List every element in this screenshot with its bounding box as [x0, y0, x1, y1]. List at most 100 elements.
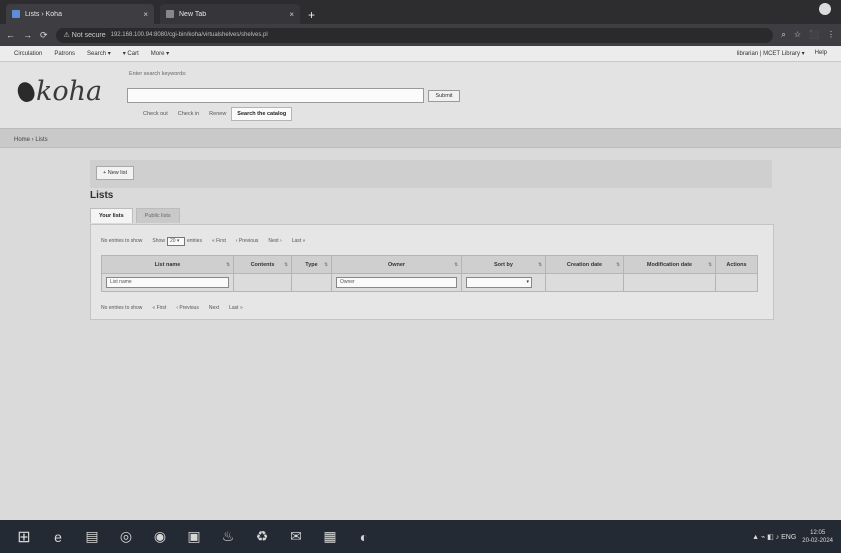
submit-button[interactable]: Submit [428, 90, 460, 102]
page-size-control: Show 20 ▾ entries [152, 236, 202, 246]
media-player-icon[interactable]: ◎ [112, 525, 140, 549]
tab-title: Lists › Koha [25, 10, 62, 18]
sort-icon: ⇅ [226, 262, 230, 267]
tab-your-lists[interactable]: Your lists [90, 208, 133, 223]
nav-circulation[interactable]: Circulation [14, 51, 42, 57]
entries-label: entries [186, 238, 202, 244]
browser-toolbar: ← → ⟳ ⚠ Not secure 192.168.100.94:8080/c… [0, 24, 841, 46]
new-tab-button[interactable]: + [308, 8, 315, 22]
nav-more[interactable]: More ▾ [151, 50, 169, 57]
menu-icon[interactable]: ⋮ [827, 30, 835, 40]
address-bar[interactable]: ⚠ Not secure 192.168.100.94:8080/cgi-bin… [55, 27, 774, 43]
forward-icon[interactable]: → [23, 30, 32, 40]
browser-tab-strip: Lists › Koha × New Tab × + [0, 0, 841, 24]
filter-cell: ▾ [461, 273, 546, 292]
tab-renew[interactable]: Renew [204, 109, 231, 119]
col-creation-date[interactable]: Creation date ⇅ [545, 255, 624, 274]
pager-bottom: No entries to show « First ‹ Previous Ne… [101, 302, 243, 314]
lists-toolbar: + New list [90, 160, 772, 188]
show-label: Show [152, 238, 165, 244]
system-tray: ▲ ⌁ ◧ ♪ ENG 12:05 20-02-2024 [752, 529, 841, 545]
close-tab-icon[interactable]: × [289, 10, 294, 19]
mail-icon[interactable]: ✉ [282, 525, 310, 549]
new-list-button[interactable]: + New list [96, 166, 134, 180]
sort-icon: ⇅ [538, 262, 542, 267]
back-icon[interactable]: ← [6, 30, 15, 40]
col-contents[interactable]: Contents ⇅ [233, 255, 292, 274]
owner-filter-input[interactable]: Owner [336, 277, 457, 288]
paint-icon[interactable]: ♨ [214, 525, 242, 549]
nav-search[interactable]: Search ▾ [87, 50, 111, 57]
url-text: 192.168.100.94:8080/cgi-bin/koha/virtual… [110, 32, 268, 38]
clock-date: 20-02-2024 [802, 537, 833, 544]
next-page-link[interactable]: Next › [268, 238, 281, 244]
nav-user-library[interactable]: librarian | MCET Library ▾ [737, 50, 805, 57]
browser-right-icons: ⌕ ☆ ⬛ ⋮ [781, 30, 835, 40]
koha-favicon-icon [12, 10, 20, 18]
main-content: + New list Lists Your lists Public lists… [0, 148, 841, 520]
recycle-icon[interactable]: ♻ [248, 525, 276, 549]
col-list-name[interactable]: List name ⇅ [101, 255, 234, 274]
clock[interactable]: 12:05 20-02-2024 [802, 529, 833, 545]
file-explorer-icon[interactable]: ▤ [78, 525, 106, 549]
catalog-search-input[interactable] [127, 88, 424, 103]
filter-cell [291, 273, 332, 292]
profile-avatar-icon[interactable] [819, 3, 831, 15]
notepad-icon[interactable]: ▦ [316, 525, 344, 549]
filter-cell [715, 273, 758, 292]
sort-icon: ⇅ [324, 262, 328, 267]
image-viewer-icon[interactable]: ▣ [180, 525, 208, 549]
nav-help[interactable]: Help [815, 50, 827, 57]
filter-cell [545, 273, 624, 292]
not-secure-indicator[interactable]: ⚠ Not secure [64, 31, 106, 39]
list-name-filter-input[interactable]: List name [106, 277, 229, 288]
col-type[interactable]: Type ⇅ [291, 255, 332, 274]
close-tab-icon[interactable]: × [143, 10, 148, 19]
filter-cell [623, 273, 716, 292]
page-size-select[interactable]: 20 ▾ [166, 236, 185, 246]
breadcrumb[interactable]: Home › Lists [0, 128, 841, 148]
nav-patrons[interactable]: Patrons [54, 51, 75, 57]
lists-tabs: Your lists Public lists [90, 208, 183, 223]
lists-table: List name ⇅ Contents ⇅ Type ⇅ Owner ⇅ Sort b… [101, 255, 758, 292]
last-page-link[interactable]: Last » [292, 238, 306, 244]
chrome-icon[interactable]: ◐ [350, 525, 378, 549]
internet-explorer-icon[interactable]: e [44, 525, 72, 549]
clock-time: 12:05 [810, 529, 826, 536]
last-page-link[interactable]: Last » [229, 305, 243, 311]
nav-cart[interactable]: ▾ Cart [123, 50, 139, 57]
sort-icon: ⇅ [454, 262, 458, 267]
extension-icon[interactable]: ⬛ [809, 30, 819, 40]
filter-cell [233, 273, 292, 292]
no-entries-text: No entries to show [101, 305, 143, 311]
koha-logo-text: koha [36, 76, 103, 107]
reload-icon[interactable]: ⟳ [40, 30, 48, 41]
browser-tab-lists[interactable]: Lists › Koha × [6, 4, 154, 24]
next-page-link[interactable]: Next [209, 305, 219, 311]
tab-check-in[interactable]: Check in [173, 109, 204, 119]
sort-by-filter-select[interactable]: ▾ [466, 277, 532, 288]
tab-search-catalog[interactable]: Search the catalog [231, 107, 293, 121]
col-owner[interactable]: Owner ⇅ [331, 255, 462, 274]
col-actions: Actions [715, 255, 758, 274]
koha-top-nav: Circulation Patrons Search ▾ ▾ Cart More… [0, 46, 841, 62]
zoom-icon[interactable]: ⌕ [781, 30, 785, 40]
browser-tab-new[interactable]: New Tab × [160, 4, 300, 24]
first-page-link[interactable]: « First [212, 238, 226, 244]
tray-icons[interactable]: ▲ ⌁ ◧ ♪ ENG [752, 533, 796, 541]
previous-page-link[interactable]: ‹ Previous [236, 238, 259, 244]
first-page-link[interactable]: « First [152, 305, 166, 311]
start-menu-icon[interactable]: ⊞ [10, 525, 38, 549]
firefox-icon[interactable]: ◉ [146, 525, 174, 549]
bookmark-star-icon[interactable]: ☆ [794, 30, 801, 40]
search-tabs: Check out Check in Renew Search the cata… [138, 107, 293, 121]
koha-logo[interactable]: koha [15, 76, 103, 107]
col-modification-date[interactable]: Modification date ⇅ [623, 255, 716, 274]
tab-public-lists[interactable]: Public lists [135, 208, 180, 223]
profile-area [819, 3, 831, 15]
no-entries-text: No entries to show [101, 238, 143, 244]
tab-check-out[interactable]: Check out [138, 109, 173, 119]
col-sort-by[interactable]: Sort by ⇅ [461, 255, 546, 274]
previous-page-link[interactable]: ‹ Previous [176, 305, 199, 311]
chevron-down-icon: ▾ [526, 279, 529, 285]
